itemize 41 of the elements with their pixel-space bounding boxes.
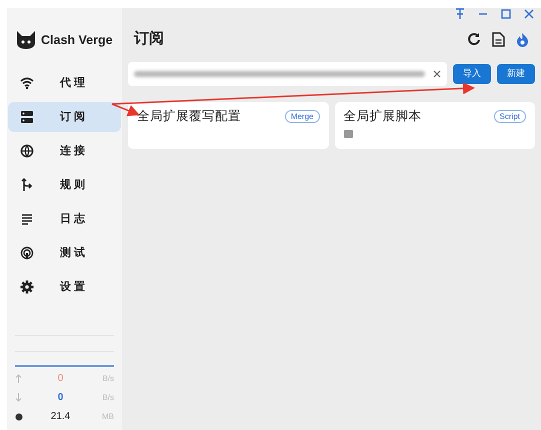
sidebar-item[interactable]: 日志 [8, 204, 121, 234]
server-icon [20, 110, 34, 124]
traffic-unit: B/s [101, 372, 114, 384]
card-title: 全局扩展脚本 [344, 108, 422, 125]
sidebar-item[interactable]: 规则 [8, 170, 121, 200]
page-title: 订阅 [134, 28, 164, 49]
wifi-icon [20, 76, 34, 90]
profile-card[interactable]: 全局扩展脚本 Script [334, 102, 535, 149]
traffic-value: 0 [56, 372, 64, 386]
settings-icon [20, 280, 34, 294]
card-title: 全局扩展覆写配置 [137, 108, 241, 125]
sidebar-item[interactable]: 代理 [8, 68, 121, 98]
type-tag: Script [494, 110, 526, 123]
sidebar-item[interactable]: 连接 [8, 136, 121, 166]
maximize-icon[interactable] [501, 8, 511, 20]
arrow-down-icon [15, 393, 22, 402]
refresh-icon[interactable] [467, 32, 481, 46]
sidebar-item[interactable]: 测试 [8, 238, 121, 268]
cat-logo-icon [15, 30, 37, 50]
traffic-unit: B/s [101, 392, 114, 404]
pin-icon[interactable] [455, 8, 465, 20]
app-name: Clash Verge [41, 32, 113, 49]
traffic-unit: MB [101, 410, 114, 422]
sidebar-item[interactable]: 订阅 [8, 102, 121, 132]
profile-card[interactable]: 全局扩展覆写配置 Merge [128, 102, 328, 149]
arrow-up-icon [15, 374, 22, 383]
traffic-value: 0 [56, 391, 64, 405]
flame-icon[interactable] [516, 32, 529, 46]
globe-icon [20, 144, 34, 158]
traffic-value: 21.4 [50, 410, 72, 424]
list-icon [20, 212, 34, 226]
import-button[interactable]: 导入 [453, 64, 491, 84]
close-icon[interactable] [524, 8, 534, 20]
clear-icon[interactable] [433, 70, 441, 78]
type-tag: Merge [284, 110, 320, 123]
file-icon [344, 130, 352, 138]
document-icon[interactable] [492, 32, 505, 46]
url-input-field[interactable] [128, 62, 447, 86]
sidebar-item[interactable]: 设置 [8, 272, 121, 302]
branch-icon [20, 178, 34, 192]
new-button[interactable]: 新建 [497, 64, 535, 84]
